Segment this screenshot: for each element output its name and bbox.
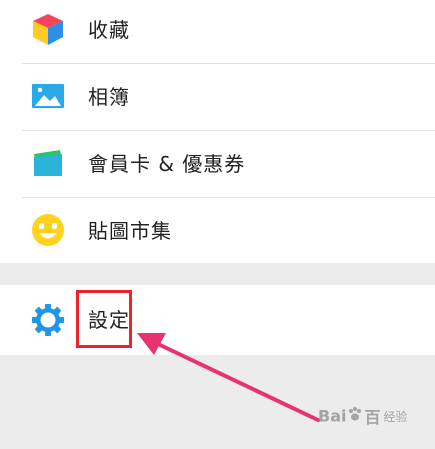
annotation-arrow [137,333,320,422]
watermark-brand-a: Bai [318,406,347,426]
paw-logo-icon [347,406,363,426]
watermark-brand-b: 百 [364,408,381,427]
watermark-site: 经验 [383,409,408,424]
watermark: Bai 百经验 [318,404,428,428]
